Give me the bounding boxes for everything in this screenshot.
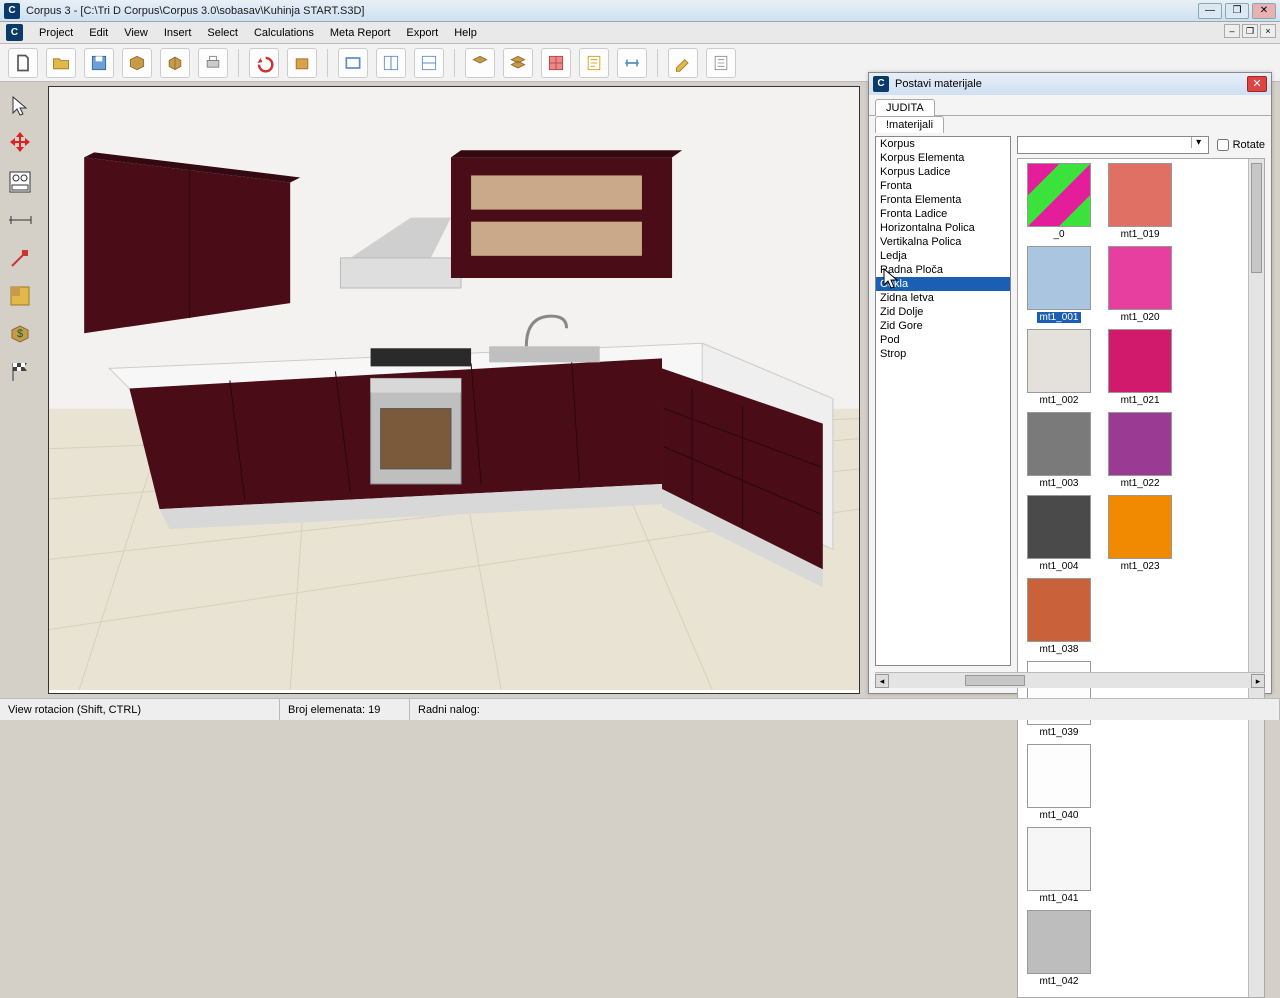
material-swatch[interactable]: mt1_041 [1027, 827, 1091, 904]
menu-edit[interactable]: Edit [81, 24, 116, 42]
panel-close-button[interactable]: ✕ [1247, 76, 1267, 92]
window-maximize-button[interactable]: ❐ [1225, 3, 1249, 19]
tool-brush-icon[interactable] [4, 242, 36, 274]
tool-stove-icon[interactable] [4, 166, 36, 198]
panel-group-tab[interactable]: !materijali [875, 116, 944, 133]
material-swatch[interactable]: mt1_022 [1108, 412, 1172, 489]
svg-text:$: $ [17, 328, 23, 340]
category-item[interactable]: Strop [876, 347, 1010, 361]
tool-element-icon[interactable] [122, 48, 152, 78]
panel-icon: C [873, 76, 889, 92]
material-swatch[interactable]: mt1_002 [1027, 329, 1091, 406]
tool-box-icon[interactable] [160, 48, 190, 78]
material-swatch[interactable]: mt1_019 [1108, 163, 1172, 240]
tool-material1-icon[interactable] [465, 48, 495, 78]
status-bar: View rotacion (Shift, CTRL) Broj elemena… [0, 698, 1280, 720]
mdi-restore-button[interactable]: ❐ [1242, 24, 1258, 38]
tool-view2-icon[interactable] [376, 48, 406, 78]
material-swatch[interactable]: mt1_038 [1027, 578, 1091, 655]
category-item[interactable]: Fronta [876, 179, 1010, 193]
tool-flag-icon[interactable] [4, 356, 36, 388]
category-list[interactable]: KorpusKorpus ElementaKorpus LadiceFronta… [875, 136, 1011, 666]
category-item[interactable]: Vertikalna Polica [876, 235, 1010, 249]
tool-view1-icon[interactable] [338, 48, 368, 78]
status-right: Radni nalog: [410, 699, 1280, 720]
category-item[interactable]: Zid Dolje [876, 305, 1010, 319]
mdi-minimize-button[interactable]: – [1224, 24, 1240, 38]
tool-list-icon[interactable] [706, 48, 736, 78]
material-swatch[interactable]: mt1_042 [1027, 910, 1091, 987]
category-item[interactable]: Cokla [876, 277, 1010, 291]
window-minimize-button[interactable]: — [1198, 3, 1222, 19]
menu-meta-report[interactable]: Meta Report [322, 24, 399, 42]
tool-view3-icon[interactable] [414, 48, 444, 78]
menu-project[interactable]: Project [31, 24, 81, 42]
tool-material2-icon[interactable] [503, 48, 533, 78]
material-swatch[interactable]: mt1_021 [1108, 329, 1172, 406]
tool-grid-icon[interactable] [541, 48, 571, 78]
category-item[interactable]: Korpus [876, 137, 1010, 151]
material-swatch[interactable]: mt1_004 [1027, 495, 1091, 572]
tool-open-icon[interactable] [46, 48, 76, 78]
category-item[interactable]: Fronta Ladice [876, 207, 1010, 221]
app-icon: C [4, 3, 20, 19]
material-swatch[interactable]: mt1_023 [1108, 495, 1172, 572]
material-swatch[interactable]: mt1_020 [1108, 246, 1172, 323]
material-swatch[interactable]: _0 [1027, 163, 1091, 240]
tool-dimension-icon[interactable] [4, 204, 36, 236]
tool-move-icon[interactable] [4, 128, 36, 160]
tool-dimensions-icon[interactable] [617, 48, 647, 78]
tool-new-icon[interactable] [8, 48, 38, 78]
category-item[interactable]: Ledja [876, 249, 1010, 263]
materials-panel: C Postavi materijale ✕ JUDITA !materijal… [868, 72, 1272, 694]
swatch-hscrollbar[interactable]: ◂▸ [875, 672, 1265, 688]
material-swatch[interactable]: mt1_001 [1027, 246, 1091, 323]
menu-calculations[interactable]: Calculations [246, 24, 322, 42]
tool-cursor-icon[interactable] [4, 90, 36, 122]
panel-title: Postavi materijale [895, 78, 1247, 90]
menubar: C Project Edit View Insert Select Calcul… [0, 22, 1280, 44]
tool-cost-icon[interactable]: $ [4, 318, 36, 350]
window-title: Corpus 3 - [C:\Tri D Corpus\Corpus 3.0\s… [26, 5, 1198, 17]
tool-undo-icon[interactable] [249, 48, 279, 78]
status-mid: Broj elemenata: 19 [280, 699, 410, 720]
category-item[interactable]: Zid Gore [876, 319, 1010, 333]
category-item[interactable]: Korpus Elementa [876, 151, 1010, 165]
category-item[interactable]: Radna Ploča [876, 263, 1010, 277]
window-titlebar: C Corpus 3 - [C:\Tri D Corpus\Corpus 3.0… [0, 0, 1280, 22]
mdi-close-button[interactable]: × [1260, 24, 1276, 38]
material-swatch[interactable]: mt1_003 [1027, 412, 1091, 489]
viewport-3d[interactable]: Perspective [48, 86, 860, 694]
category-item[interactable]: Zidna letva [876, 291, 1010, 305]
swatch-vscrollbar[interactable] [1248, 159, 1264, 997]
swatch-grid: _0mt1_001mt1_002mt1_003mt1_004 mt1_019mt… [1018, 159, 1248, 997]
left-toolbox: $ [0, 86, 40, 392]
app-small-icon: C [6, 24, 23, 41]
material-filter-combo[interactable] [1017, 136, 1209, 154]
window-close-button[interactable]: ✕ [1252, 3, 1276, 19]
panel-user-tab[interactable]: JUDITA [875, 99, 935, 116]
material-swatch[interactable]: mt1_040 [1027, 744, 1091, 821]
category-item[interactable]: Horizontalna Polica [876, 221, 1010, 235]
tool-save-icon[interactable] [84, 48, 114, 78]
menu-select[interactable]: Select [199, 24, 246, 42]
tool-texture-icon[interactable] [4, 280, 36, 312]
category-item[interactable]: Pod [876, 333, 1010, 347]
tool-print-icon[interactable] [198, 48, 228, 78]
tool-package-icon[interactable] [287, 48, 317, 78]
menu-help[interactable]: Help [446, 24, 485, 42]
tool-report-icon[interactable] [579, 48, 609, 78]
category-item[interactable]: Korpus Ladice [876, 165, 1010, 179]
tool-edit-icon[interactable] [668, 48, 698, 78]
menu-insert[interactable]: Insert [156, 24, 200, 42]
status-left: View rotacion (Shift, CTRL) [0, 699, 280, 720]
kitchen-render [49, 87, 859, 690]
menu-export[interactable]: Export [398, 24, 446, 42]
menu-view[interactable]: View [116, 24, 156, 42]
category-item[interactable]: Fronta Elementa [876, 193, 1010, 207]
rotate-checkbox[interactable]: Rotate [1217, 139, 1265, 151]
